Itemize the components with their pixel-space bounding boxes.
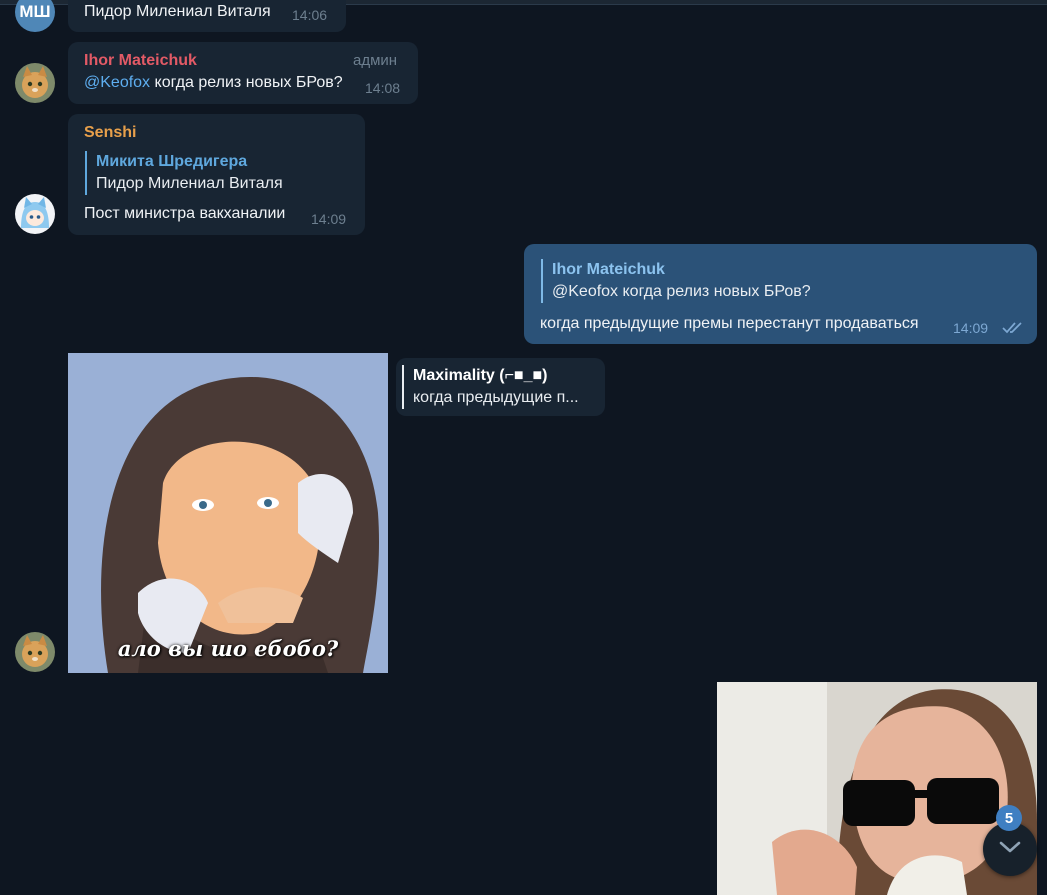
reply-quote: Maximality (⌐■_■) когда предыдущие п... [402, 365, 579, 409]
message-bubble-3[interactable]: Senshi Микита Шредигера Пидор Милениал В… [68, 114, 365, 235]
message-time: 14:09 [311, 211, 347, 227]
reply-text: когда предыдущие п... [413, 389, 579, 406]
unread-count-badge: 5 [996, 805, 1022, 831]
sticker-image[interactable]: ало вы шо ебобо? [68, 353, 388, 673]
double-check-icon [1002, 321, 1026, 340]
reply-quote[interactable]: Микита Шредигера Пидор Милениал Виталя [85, 151, 283, 195]
avatar-senshi[interactable] [15, 194, 55, 234]
message-text: @Keofox когда релиз новых БРов? [84, 73, 343, 93]
sticker-reply-quote[interactable]: Maximality (⌐■_■) когда предыдущие п... [396, 358, 605, 416]
chevron-down-icon [999, 840, 1021, 859]
message-time: 14:06 [292, 7, 328, 23]
avatar-initials: МШ [19, 2, 51, 21]
reply-author: Ihor Mateichuk [552, 261, 665, 278]
message-body: когда релиз новых БРов? [150, 74, 343, 91]
message-text: когда предыдущие премы перестанут продав… [540, 315, 919, 332]
avatar-ihor[interactable] [15, 632, 55, 672]
avatar-ihor[interactable] [15, 63, 55, 103]
reply-author: Maximality (⌐■_■) [413, 367, 548, 384]
reply-quote[interactable]: Ihor Mateichuk @Keofox когда релиз новых… [541, 259, 811, 303]
message-bubble-2[interactable]: Ihor Mateichuk админ @Keofox когда релиз… [68, 42, 418, 104]
admin-badge: админ [353, 52, 398, 69]
message-bubble-1[interactable]: Пидор Милениал Виталя 14:06 [68, 0, 346, 32]
reply-text: @Keofox когда релиз новых БРов? [552, 283, 811, 300]
message-text: Пидор Милениал Виталя [84, 3, 271, 20]
reply-author: Микита Шредигера [96, 153, 248, 170]
message-bubble-outgoing[interactable]: Ihor Mateichuk @Keofox когда релиз новых… [524, 244, 1037, 344]
mention-link[interactable]: @Keofox [84, 74, 150, 91]
reply-text: Пидор Милениал Виталя [96, 175, 283, 192]
message-text: Пост министра вакханалии [84, 205, 286, 222]
sender-name[interactable]: Senshi [84, 123, 136, 143]
sticker-caption: ало вы шо ебобо? [117, 636, 339, 661]
sender-name[interactable]: Ihor Mateichuk [84, 51, 197, 71]
message-time: 14:08 [365, 80, 401, 96]
message-time: 14:09 [953, 320, 989, 336]
avatar-mikita[interactable]: МШ [15, 0, 55, 32]
